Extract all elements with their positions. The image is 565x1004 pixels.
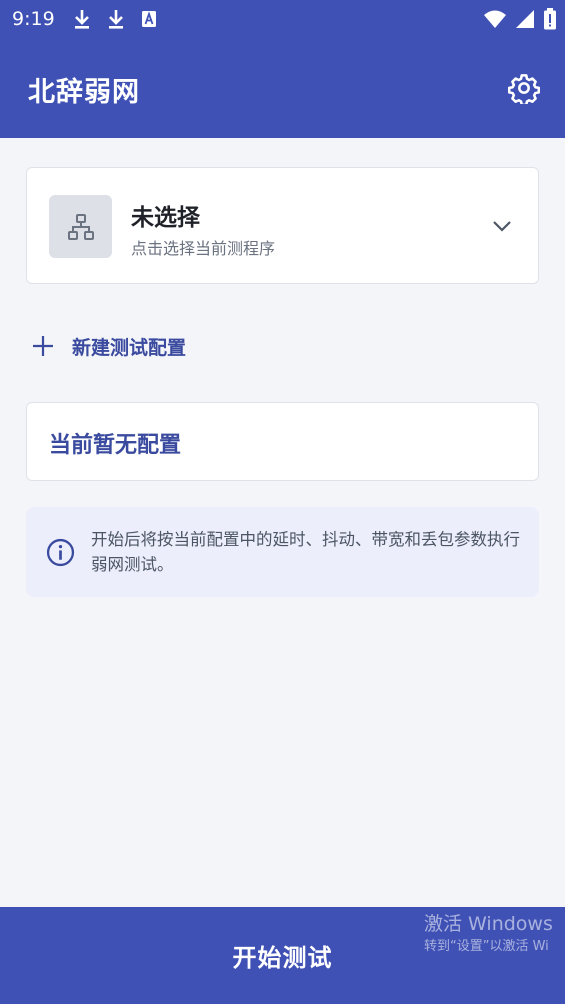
app-bar: 北辞弱网 (0, 38, 565, 138)
info-icon (46, 538, 75, 567)
windows-activation-watermark: 激活 Windows 转到“设置”以激活 Wi (424, 911, 565, 957)
battery-icon (544, 8, 556, 30)
program-title: 未选择 (131, 205, 200, 231)
start-test-label: 开始测试 (232, 944, 333, 972)
new-config-label: 新建测试配置 (72, 336, 187, 359)
watermark-line2: 转到“设置”以激活 Wi (424, 939, 549, 954)
status-notification-icons (73, 9, 157, 29)
settings-button[interactable] (505, 69, 543, 107)
current-config-card: 当前暂无配置 (26, 402, 539, 481)
network-tree-icon (67, 213, 94, 240)
current-config-label: 当前暂无配置 (49, 433, 182, 458)
status-bar: 9:19 (0, 0, 565, 38)
info-text: 开始后将按当前配置中的延时、抖动、带宽和丢包参数执行弱网测试。 (91, 530, 520, 574)
plus-icon (33, 336, 53, 356)
program-icon-box (49, 195, 112, 258)
text-a-icon (141, 11, 156, 27)
download-icon (74, 10, 89, 29)
chevron-down-icon (493, 221, 511, 232)
program-subtitle: 点击选择当前测程序 (131, 239, 276, 258)
info-note: 开始后将按当前配置中的延时、抖动、带宽和丢包参数执行弱网测试。 (26, 507, 539, 597)
wifi-icon (484, 10, 506, 28)
app-title: 北辞弱网 (28, 77, 140, 108)
gear-icon (508, 74, 540, 104)
status-system-icons (483, 0, 557, 38)
watermark-line1: 激活 Windows (424, 913, 553, 935)
download-icon (108, 10, 123, 29)
new-config-button[interactable]: 新建测试配置 (30, 328, 186, 364)
status-time: 9:19 (12, 8, 55, 30)
signal-icon (516, 10, 534, 28)
program-selector-card[interactable]: 未选择 点击选择当前测程序 (26, 167, 539, 284)
